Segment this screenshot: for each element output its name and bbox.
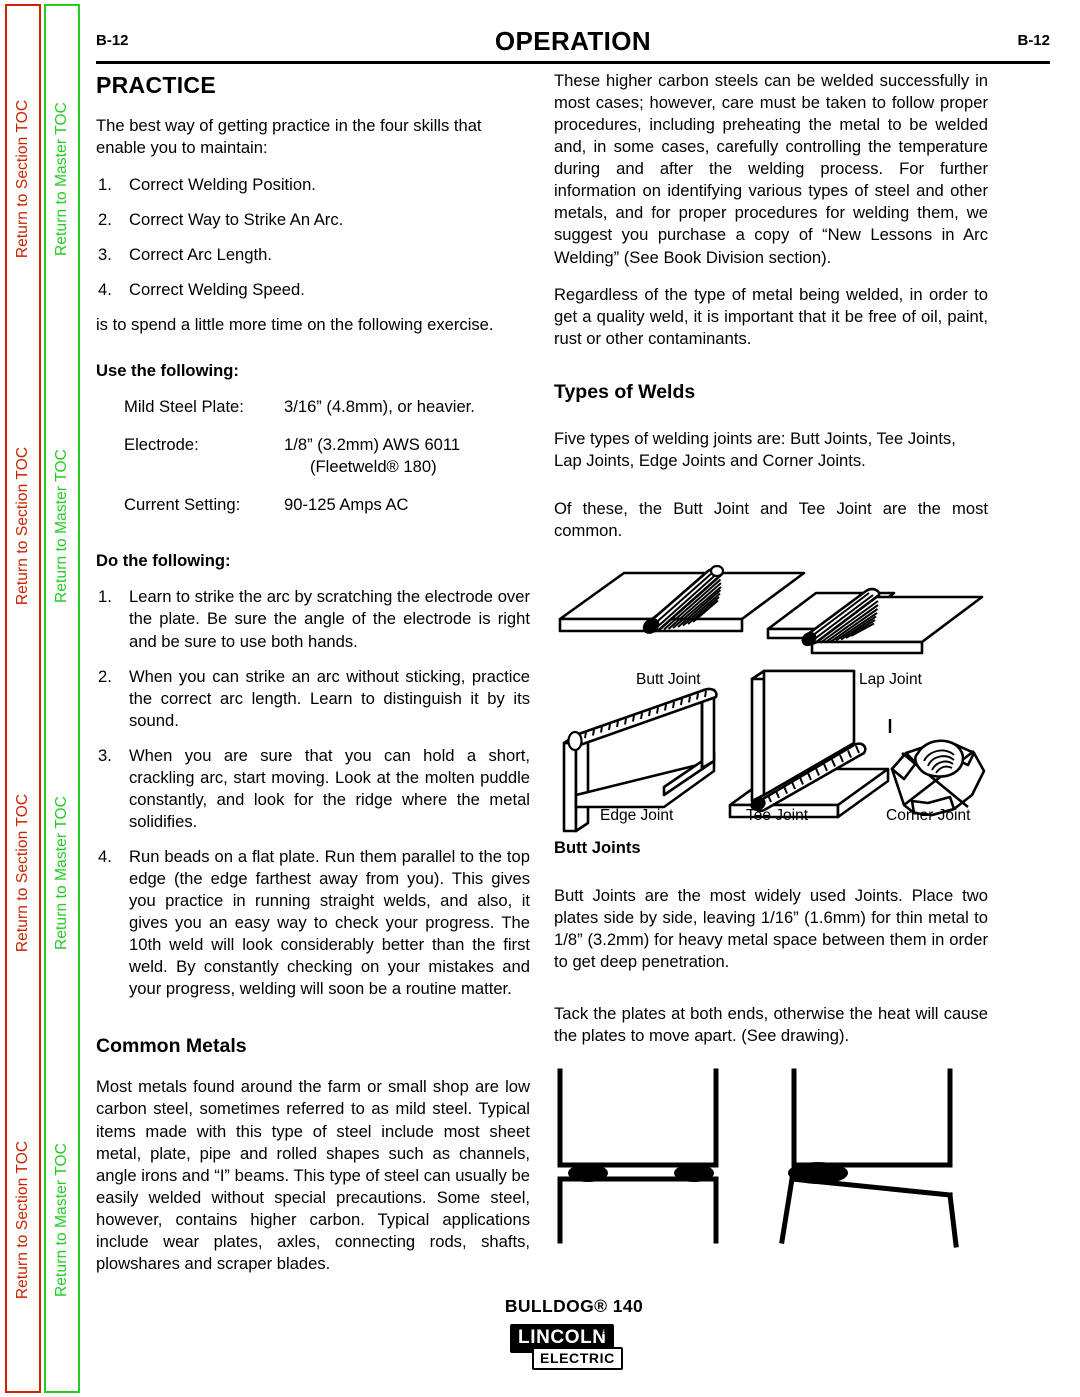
- tack-weld-right-a: [788, 1162, 848, 1185]
- section-toc-label[interactable]: Return to Section TOC: [14, 447, 32, 605]
- tack-weld-left-a: [568, 1164, 608, 1183]
- spec-row-key: Current Setting:: [124, 495, 241, 515]
- step-list-item: 3. When you are sure that you can hold a …: [96, 745, 530, 833]
- skill-list-item-text: Correct Way to Strike An Arc.: [129, 209, 344, 229]
- step-list-item: 2. When you can strike an arc without sti…: [96, 666, 530, 732]
- tack-weld-left-b: [674, 1164, 714, 1183]
- tee-joint-caption: Tee Joint: [746, 806, 809, 824]
- logo-registered-icon: ®: [600, 1326, 608, 1337]
- skill-list-item-text: Correct Welding Speed.: [129, 279, 305, 299]
- step-list-item: 1. Learn to strike the arc by scratching …: [96, 586, 530, 652]
- skill-list-item-number: 4.: [98, 279, 112, 299]
- skill-list-item: 4. Correct Welding Speed.: [96, 279, 530, 301]
- practice-outro: is to spend a little more time on the fo…: [96, 314, 494, 334]
- types-of-welds-heading: Types of Welds: [554, 380, 696, 403]
- product-model-label: BULLDOG® 140: [504, 1296, 644, 1316]
- edge-joint-caption: Edge Joint: [600, 806, 674, 824]
- step-list-item-number: 3.: [98, 745, 112, 765]
- do-the-following-heading: Do the following:: [96, 551, 231, 571]
- page-content: B-12 OPERATION B-12 PRACTICE The best wa…: [88, 0, 1060, 1397]
- right-column: These higher carbon steels can be welded…: [554, 70, 988, 1249]
- butt-joints-body: Butt Joints are the most widely used Joi…: [554, 885, 988, 972]
- step-list-item-text: Learn to strike the arc by scratching th…: [129, 587, 530, 651]
- header-rule: [96, 61, 1050, 64]
- page-header: B-12 OPERATION B-12: [96, 26, 1050, 60]
- tacked-plates-figure: [546, 1063, 990, 1249]
- skill-list-item: 3. Correct Arc Length.: [96, 244, 530, 266]
- skill-list-item-text: Correct Arc Length.: [129, 244, 272, 264]
- step-list-item-text: Run beads on a flat plate. Run them para…: [129, 847, 530, 999]
- page-title: OPERATION: [494, 26, 652, 56]
- section-toc-label[interactable]: Return to Section TOC: [14, 1141, 32, 1299]
- step-list-item: 4. Run beads on a flat plate. Run them pa…: [96, 846, 530, 1000]
- practice-intro: The best way of getting practice in the …: [96, 115, 482, 157]
- butt-joint-caption: Butt Joint: [636, 670, 701, 688]
- left-column: PRACTICE The best way of getting practic…: [96, 70, 530, 1290]
- skill-list-item-number: 1.: [98, 174, 112, 194]
- step-list-item-text: When you can strike an arc without stick…: [129, 666, 530, 730]
- skill-list-item: 2. Correct Way to Strike An Arc.: [96, 209, 530, 231]
- lincoln-electric-logo: LINCOLN ® ELECTRIC: [510, 1324, 638, 1370]
- skills-list: 1. Correct Welding Position. 2. Correct Way…: [96, 174, 530, 301]
- spec-row-key: Mild Steel Plate:: [124, 397, 244, 417]
- section-toc-label[interactable]: Return to Section TOC: [14, 99, 32, 257]
- master-toc-label[interactable]: Return to Master TOC: [53, 449, 71, 603]
- spec-row-value: 90-125 Amps AC: [284, 495, 409, 515]
- section-toc-label[interactable]: Return to Section TOC: [14, 794, 32, 952]
- most-common-joints-body: Of these, the Butt Joint and Tee Joint a…: [554, 498, 988, 540]
- practice-heading: PRACTICE: [96, 72, 216, 98]
- spec-row-value-secondary: (Fleetweld® 180): [310, 457, 437, 477]
- page-number-right: B-12: [1017, 32, 1050, 49]
- step-list-item-number: 4.: [98, 847, 112, 867]
- master-toc-label[interactable]: Return to Master TOC: [53, 796, 71, 950]
- page-footer: BULLDOG® 140 LINCOLN ® ELECTRIC: [88, 1296, 1060, 1375]
- return-to-section-toc-tab[interactable]: Return to Section TOC Return to Section T…: [5, 4, 41, 1393]
- step-list-item-number: 1.: [98, 587, 112, 607]
- step-list-item-text: When you are sure that you can hold a sh…: [129, 745, 530, 831]
- weld-joints-illustration: [558, 564, 986, 833]
- use-the-following-heading: Use the following:: [96, 361, 239, 381]
- corner-joint-caption: Corner Joint: [886, 806, 971, 824]
- step-list-item-number: 2.: [98, 666, 112, 686]
- carbon-steel-paragraph: These higher carbon steels can be welded…: [554, 71, 988, 267]
- spec-row-value: 1/8” (3.2mm) AWS 6011 (Fleetweld® 180): [284, 434, 475, 494]
- master-toc-label[interactable]: Return to Master TOC: [53, 102, 71, 256]
- tack-plates-body: Tack the plates at both ends, otherwise …: [554, 1004, 988, 1046]
- toc-nav-rail: Return to Section TOC Return to Section T…: [0, 0, 80, 1397]
- butt-joints-heading: Butt Joints: [554, 837, 641, 857]
- common-metals-heading: Common Metals: [96, 1035, 247, 1058]
- types-of-welds-body: Five types of welding joints are: Butt J…: [554, 428, 956, 470]
- logo-electric-text: ELECTRIC: [532, 1347, 623, 1370]
- spec-row: Current Setting: 90-125 Amps AC: [124, 494, 475, 532]
- skill-list-item: 1. Correct Welding Position.: [96, 174, 530, 196]
- spec-row-key: Electrode:: [124, 435, 199, 455]
- master-toc-label[interactable]: Return to Master TOC: [53, 1143, 71, 1297]
- skill-list-item-number: 3.: [98, 244, 112, 264]
- contaminants-paragraph: Regardless of the type of metal being we…: [554, 284, 988, 348]
- return-to-master-toc-tab[interactable]: Return to Master TOC Return to Master TOC…: [44, 4, 80, 1393]
- lap-joint-caption: Lap Joint: [859, 670, 922, 688]
- common-metals-body: Most metals found around the farm or sma…: [96, 1077, 530, 1273]
- spec-row: Electrode: 1/8” (3.2mm) AWS 6011 (Fleetwel…: [124, 434, 475, 494]
- tacked-plates-illustration: [557, 1068, 959, 1249]
- weld-joint-figures: Butt Joint Lap Joint Edge Joint Tee Join…: [554, 557, 988, 835]
- skill-list-item-number: 2.: [98, 209, 112, 229]
- steps-list: 1. Learn to strike the arc by scratching …: [96, 586, 530, 1000]
- spec-row-value: 3/16” (4.8mm), or heavier.: [284, 397, 475, 417]
- spec-table: Mild Steel Plate: 3/16” (4.8mm), or heavi…: [124, 396, 475, 532]
- skill-list-item-text: Correct Welding Position.: [129, 174, 316, 194]
- spec-row: Mild Steel Plate: 3/16” (4.8mm), or heavi…: [124, 396, 475, 434]
